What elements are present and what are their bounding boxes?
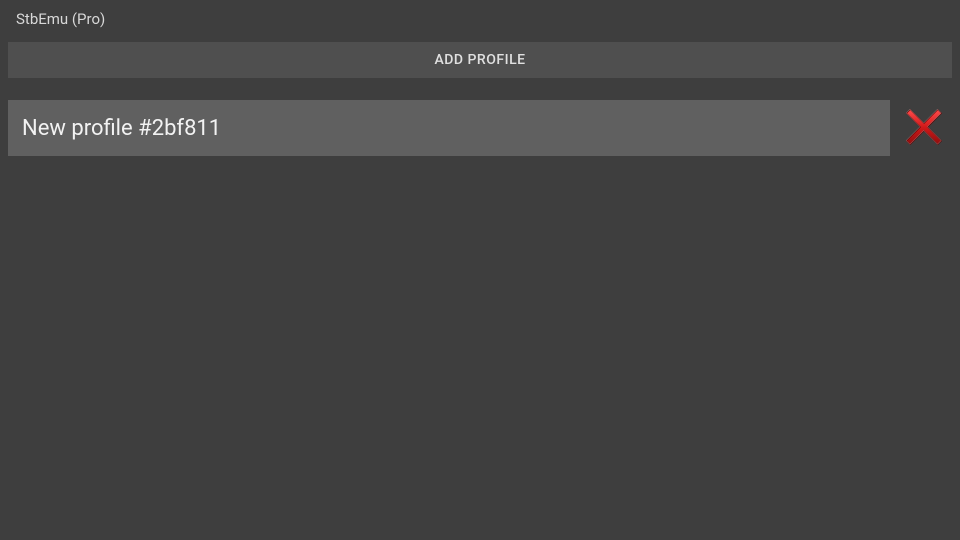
profile-name-label: New profile #2bf811 xyxy=(22,116,221,141)
profile-item[interactable]: New profile #2bf811 xyxy=(8,100,890,156)
profile-row: New profile #2bf811 xyxy=(8,100,952,156)
add-profile-button[interactable]: ADD PROFILE xyxy=(8,42,952,78)
delete-profile-button[interactable] xyxy=(896,100,952,156)
app-root: StbEmu (Pro) ADD PROFILE New profile #2b… xyxy=(0,0,960,540)
app-title: StbEmu (Pro) xyxy=(8,6,952,42)
close-x-icon xyxy=(901,104,947,153)
